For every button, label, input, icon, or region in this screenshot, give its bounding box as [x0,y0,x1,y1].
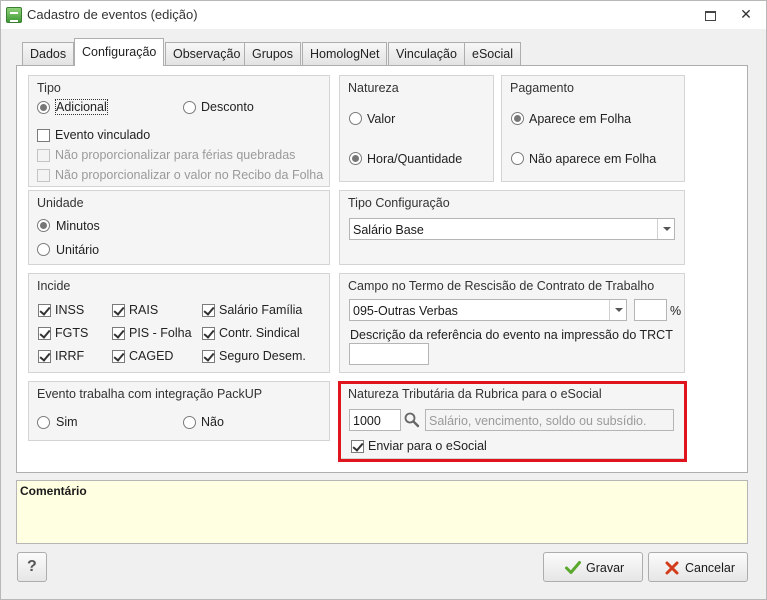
gravar-label: Gravar [586,561,625,575]
window-title: Cadastro de eventos (edição) [27,7,198,22]
tab-grupos[interactable]: Grupos [244,42,301,65]
tab-dados[interactable]: Dados [22,42,75,65]
close-x-icon [665,561,679,575]
tab-configuracao[interactable]: Configuração [74,38,165,66]
radio-valor[interactable] [349,112,362,125]
comment-area[interactable]: Comentário [16,480,748,544]
restore-icon[interactable] [702,7,718,23]
check-icon [565,560,581,575]
checkbox-nao-prop-recibo [37,169,50,182]
label-adicional: Adicional [55,99,108,115]
packup-group-title: Evento trabalha com integração PackUP [37,387,263,401]
label-pis-folha: PIS - Folha [129,326,192,340]
tipo-group-title: Tipo [37,81,61,95]
radio-nao-aparece-folha[interactable] [511,152,524,165]
campo-trct-value: 095-Outras Verbas [353,304,458,318]
gravar-button[interactable]: Gravar [543,552,643,582]
label-hora-quantidade: Hora/Quantidade [367,152,463,166]
checkbox-nao-prop-ferias [37,149,50,162]
help-button[interactable]: ? [17,552,47,582]
label-packup-sim: Sim [56,415,78,429]
unidade-group-title: Unidade [37,196,84,210]
label-salario-familia: Salário Família [219,303,303,317]
checkbox-contr-sindical[interactable] [202,327,215,340]
radio-adicional[interactable] [37,101,50,114]
campo-trct-select[interactable]: 095-Outras Verbas [349,299,627,321]
packup-group: Evento trabalha com integração PackUP [28,381,330,441]
comment-label: Comentário [20,484,87,498]
label-aparece-folha: Aparece em Folha [529,112,632,126]
cancelar-label: Cancelar [685,561,736,575]
label-rais: RAIS [129,303,159,317]
radio-hora-quantidade[interactable] [349,152,362,165]
chevron-down-icon[interactable] [609,300,626,320]
checkbox-irrf[interactable] [38,350,51,363]
label-packup-nao: Não [201,415,224,429]
title-bar: Cadastro de eventos (edição) ✕ [1,1,766,29]
checkbox-salario-familia[interactable] [202,304,215,317]
trct-percent-input[interactable] [634,299,667,321]
label-valor: Valor [367,112,396,126]
label-nao-aparece-folha: Não aparece em Folha [529,152,657,166]
dialog-window: Cadastro de eventos (edição) ✕ Dados Con… [0,0,767,600]
radio-packup-nao[interactable] [183,416,196,429]
checkbox-inss[interactable] [38,304,51,317]
checkbox-caged[interactable] [112,350,125,363]
tab-homolognet[interactable]: HomologNet [302,42,388,65]
campo-trct-title: Campo no Termo de Rescisão de Contrato d… [348,279,655,293]
radio-desconto[interactable] [183,101,196,114]
highlight-box [338,381,687,462]
label-nao-prop-recibo: Não proporcionalizar o valor no Recibo d… [55,168,324,182]
label-caged: CAGED [129,349,174,363]
cancelar-button[interactable]: Cancelar [648,552,748,582]
tab-esocial[interactable]: eSocial [464,42,521,65]
checkbox-evento-vinculado[interactable] [37,129,50,142]
natureza-group-title: Natureza [348,81,399,95]
descricao-trct-label: Descrição da referência do evento na imp… [350,328,673,342]
checkbox-rais[interactable] [112,304,125,317]
tipo-configuracao-select[interactable]: Salário Base [349,218,675,240]
radio-packup-sim[interactable] [37,416,50,429]
percent-label: % [670,304,682,318]
label-contr-sindical: Contr. Sindical [219,326,300,340]
help-label: ? [27,558,37,575]
checkbox-pis-folha[interactable] [112,327,125,340]
incide-group-title: Incide [37,279,71,293]
label-evento-vinculado: Evento vinculado [55,128,151,142]
tab-vinculacao[interactable]: Vinculação [388,42,465,65]
label-seguro-desem: Seguro Desem. [219,349,306,363]
radio-aparece-folha[interactable] [511,112,524,125]
tipo-configuracao-value: Salário Base [353,223,424,237]
chevron-down-icon[interactable] [657,219,674,239]
label-fgts: FGTS [55,326,89,340]
label-irrf: IRRF [55,349,85,363]
close-icon[interactable]: ✕ [738,7,754,23]
label-unitario: Unitário [56,243,100,257]
checkbox-seguro-desem[interactable] [202,350,215,363]
label-minutos: Minutos [56,219,100,233]
descricao-trct-input[interactable] [349,343,429,365]
radio-minutos[interactable] [37,219,50,232]
radio-unitario[interactable] [37,243,50,256]
pagamento-group-title: Pagamento [510,81,574,95]
tipo-configuracao-title: Tipo Configuração [348,196,450,210]
tab-observacao[interactable]: Observação [165,42,249,65]
checkbox-fgts[interactable] [38,327,51,340]
app-icon [6,7,22,23]
label-inss: INSS [55,303,85,317]
label-desconto: Desconto [201,100,254,114]
label-nao-prop-ferias: Não proporcionalizar para férias quebrad… [55,148,296,162]
